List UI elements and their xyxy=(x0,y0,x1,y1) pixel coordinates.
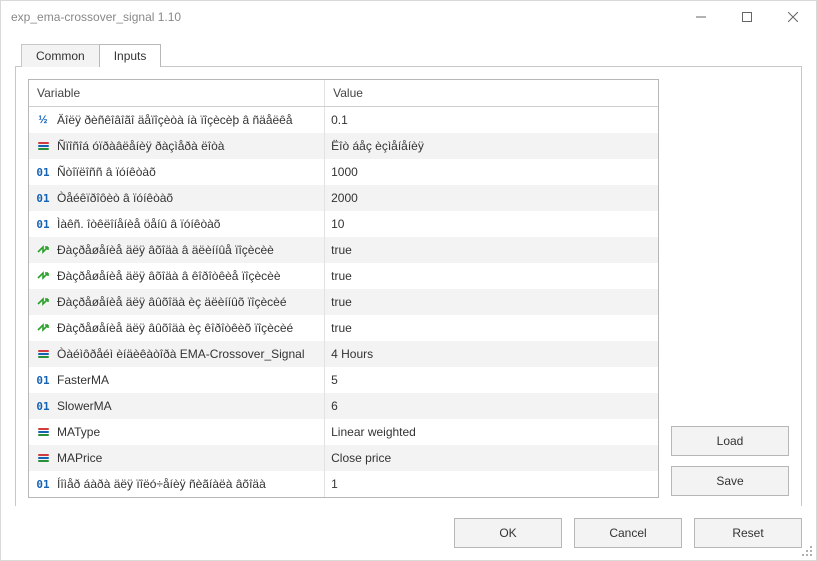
inputs-table-wrap: Variable Value ½ Äîëÿ ðèñêîâîãî äåïîçèòà … xyxy=(28,79,659,498)
enum-icon xyxy=(35,424,51,440)
variable-value: Close price xyxy=(331,451,391,465)
content: Common Inputs Variable Value ½ Äîëÿ ðèñêî… xyxy=(1,33,816,506)
integer-icon: 01 xyxy=(35,372,51,388)
cancel-button[interactable]: Cancel xyxy=(574,518,682,548)
variable-name: Íîìåð áàðà äëÿ ïîëó÷åíèÿ ñèãíàëà âõîäà xyxy=(57,477,266,491)
header-variable[interactable]: Variable xyxy=(29,80,325,107)
minimize-icon xyxy=(696,12,706,22)
table-row[interactable]: Ðàçðåøåíèå äëÿ âûõîäà èç äëèííûõ ïîçècèé… xyxy=(29,289,658,315)
variable-value: true xyxy=(331,243,352,257)
table-row[interactable]: Ðàçðåøåíèå äëÿ âõîäà â êîðîòêèå ïîçècèè t… xyxy=(29,263,658,289)
integer-icon: 01 xyxy=(35,190,51,206)
bool-arrow-icon xyxy=(35,268,51,284)
variable-name: Òåéêïðîôèò â ïóíêòàõ xyxy=(57,191,173,205)
window-controls xyxy=(678,1,816,33)
window: exp_ema-crossover_signal 1.10 Common Inp… xyxy=(0,0,817,561)
table-row[interactable]: 01 SlowerMA 6 xyxy=(29,393,658,419)
tab-inputs-label: Inputs xyxy=(114,49,147,63)
variable-value: 2000 xyxy=(331,191,358,205)
table-row[interactable]: MAPrice Close price xyxy=(29,445,658,471)
save-button[interactable]: Save xyxy=(671,466,789,496)
integer-icon: 01 xyxy=(35,164,51,180)
ok-button[interactable]: OK xyxy=(454,518,562,548)
variable-value: true xyxy=(331,321,352,335)
load-button[interactable]: Load xyxy=(671,426,789,456)
resize-grip-icon xyxy=(802,546,814,558)
variable-value: 6 xyxy=(331,399,338,413)
close-button[interactable] xyxy=(770,1,816,33)
variable-name: Ðàçðåøåíèå äëÿ âõîäà â äëèííûå ïîçècèè xyxy=(57,243,274,257)
variable-value: 4 Hours xyxy=(331,347,373,361)
table-row[interactable]: 01 Òåéêïðîôèò â ïóíêòàõ 2000 xyxy=(29,185,658,211)
variable-name: SlowerMA xyxy=(57,399,112,413)
variable-value: 10 xyxy=(331,217,344,231)
variable-name: FasterMA xyxy=(57,373,109,387)
variable-value: 5 xyxy=(331,373,338,387)
maximize-icon xyxy=(742,12,752,22)
bool-arrow-icon xyxy=(35,242,51,258)
enum-icon xyxy=(35,450,51,466)
variable-name: Ðàçðåøåíèå äëÿ âõîäà â êîðîòêèå ïîçècèè xyxy=(57,269,281,283)
table-row[interactable]: Ðàçðåøåíèå äëÿ âõîäà â äëèííûå ïîçècèè tr… xyxy=(29,237,658,263)
bool-arrow-icon xyxy=(35,320,51,336)
titlebar: exp_ema-crossover_signal 1.10 xyxy=(1,1,816,33)
variable-name: Ðàçðåøåíèå äëÿ âûõîäà èç äëèííûõ ïîçècèé xyxy=(57,295,287,309)
footer: OK Cancel Reset xyxy=(1,506,816,560)
variable-value: true xyxy=(331,295,352,309)
header-value[interactable]: Value xyxy=(325,80,658,107)
variable-name: MAType xyxy=(57,425,100,439)
tabstrip: Common Inputs xyxy=(21,43,802,66)
variable-value: 1000 xyxy=(331,165,358,179)
minimize-button[interactable] xyxy=(678,1,724,33)
table-row[interactable]: MAType Linear weighted xyxy=(29,419,658,445)
fraction-icon: ½ xyxy=(35,112,51,128)
variable-name: Òàéìôðåéì èíäèêàòîðà EMA-Crossover_Signa… xyxy=(57,347,304,361)
enum-icon xyxy=(35,138,51,154)
table-row[interactable]: ½ Äîëÿ ðèñêîâîãî äåïîçèòà íà ïîçècèþ â ñä… xyxy=(29,107,658,134)
inputs-table: Variable Value ½ Äîëÿ ðèñêîâîãî äåïîçèòà … xyxy=(29,80,658,497)
table-row[interactable]: Òàéìôðåéì èíäèêàòîðà EMA-Crossover_Signa… xyxy=(29,341,658,367)
variable-value: 0.1 xyxy=(331,113,348,127)
tab-common-label: Common xyxy=(36,49,85,63)
table-row[interactable]: 01 Ìàêñ. îòêëîíåíèå öåíû â ïóíêòàõ 10 xyxy=(29,211,658,237)
variable-name: Äîëÿ ðèñêîâîãî äåïîçèòà íà ïîçècèþ â ñäå… xyxy=(57,113,293,127)
table-row[interactable]: 01 Íîìåð áàðà äëÿ ïîëó÷åíèÿ ñèãíàëà âõîäà… xyxy=(29,471,658,497)
variable-name: Ñòîïëîññ â ïóíêòàõ xyxy=(57,165,156,179)
variable-value: true xyxy=(331,269,352,283)
table-row[interactable]: 01 Ñòîïëîññ â ïóíêòàõ 1000 xyxy=(29,159,658,185)
bool-arrow-icon xyxy=(35,294,51,310)
variable-value: Ëîò áåç èçìåíåíèÿ xyxy=(331,139,424,153)
variable-value: 1 xyxy=(331,477,338,491)
integer-icon: 01 xyxy=(35,216,51,232)
tab-common[interactable]: Common xyxy=(21,44,100,67)
integer-icon: 01 xyxy=(35,476,51,492)
close-icon xyxy=(788,12,798,22)
window-title: exp_ema-crossover_signal 1.10 xyxy=(11,10,181,24)
table-row[interactable]: Ñïîñîá óïðàâëåíèÿ ðàçìåðà ëîòà Ëîò áåç èç… xyxy=(29,133,658,159)
table-row[interactable]: Ðàçðåøåíèå äëÿ âûõîäà èç êîðîòêèõ ïîçècè… xyxy=(29,315,658,341)
tabpanel-inputs: Variable Value ½ Äîëÿ ðèñêîâîãî äåïîçèòà … xyxy=(15,66,802,506)
table-row[interactable]: 01 FasterMA 5 xyxy=(29,367,658,393)
side-buttons: Load Save xyxy=(671,79,789,498)
variable-name: Ðàçðåøåíèå äëÿ âûõîäà èç êîðîòêèõ ïîçècè… xyxy=(57,321,293,335)
tab-inputs[interactable]: Inputs xyxy=(99,44,162,67)
resize-grip[interactable] xyxy=(802,546,814,558)
enum-icon xyxy=(35,346,51,362)
variable-value: Linear weighted xyxy=(331,425,416,439)
reset-button[interactable]: Reset xyxy=(694,518,802,548)
variable-name: Ñïîñîá óïðàâëåíèÿ ðàçìåðà ëîòà xyxy=(57,139,224,153)
variable-name: MAPrice xyxy=(57,451,102,465)
maximize-button[interactable] xyxy=(724,1,770,33)
variable-name: Ìàêñ. îòêëîíåíèå öåíû â ïóíêòàõ xyxy=(57,217,220,231)
integer-icon: 01 xyxy=(35,398,51,414)
